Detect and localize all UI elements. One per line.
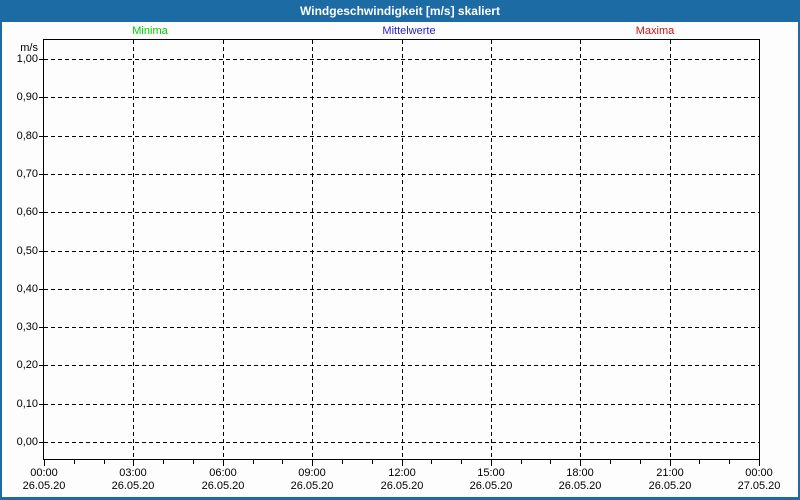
y-tick-mark xyxy=(39,251,43,252)
x-tick-time-label: 00:00 xyxy=(745,467,773,479)
x-major-tick-mark xyxy=(491,460,492,466)
legend-label-mittelwerte: Mittelwerte xyxy=(382,25,436,37)
x-major-tick-mark xyxy=(44,460,45,466)
x-tick-time-label: 06:00 xyxy=(209,467,237,479)
x-gridline xyxy=(223,40,224,459)
y-tick-label: 0,60 xyxy=(16,206,38,218)
x-gridline xyxy=(491,40,492,459)
x-minor-tick-mark xyxy=(431,460,432,464)
x-minor-tick-mark xyxy=(282,460,283,464)
x-minor-tick-mark xyxy=(550,460,551,464)
y-tick-mark xyxy=(39,442,43,443)
y-tick-mark xyxy=(39,212,43,213)
x-major-tick-mark xyxy=(402,460,403,466)
x-tick-time-label: 21:00 xyxy=(656,467,684,479)
x-minor-tick-mark xyxy=(253,460,254,464)
x-tick-date-label: 26.05.20 xyxy=(290,480,334,492)
x-gridline xyxy=(670,40,671,459)
x-minor-tick-mark xyxy=(372,460,373,464)
x-tick-time-label: 09:00 xyxy=(298,467,326,479)
x-tick-time-label: 15:00 xyxy=(477,467,505,479)
y-tick-mark xyxy=(39,289,43,290)
x-tick-date-label: 26.05.20 xyxy=(469,480,513,492)
x-minor-tick-mark xyxy=(699,460,700,464)
y-tick-mark xyxy=(39,97,43,98)
x-tick-date-label: 26.05.20 xyxy=(111,480,155,492)
y-tick-mark xyxy=(39,365,43,366)
x-gridline xyxy=(312,40,313,459)
x-minor-tick-mark xyxy=(461,460,462,464)
x-major-tick-mark xyxy=(223,460,224,466)
x-tick-date-label: 26.05.20 xyxy=(201,480,245,492)
window-title-bar: Windgeschwindigkeit [m/s] skaliert xyxy=(0,0,800,22)
x-minor-tick-mark xyxy=(729,460,730,464)
y-tick-mark xyxy=(39,136,43,137)
x-minor-tick-mark xyxy=(74,460,75,464)
x-minor-tick-mark xyxy=(342,460,343,464)
x-gridline xyxy=(580,40,581,459)
chart-content: 1,00 0,90 0,80 0,70 0,60 0,50 0,40 0,30 0,20 0,10… xyxy=(2,22,798,497)
x-major-tick-mark xyxy=(133,460,134,466)
x-minor-tick-mark xyxy=(193,460,194,464)
x-gridline xyxy=(133,40,134,459)
y-axis-unit-label: m/s xyxy=(20,42,38,54)
x-minor-tick-mark xyxy=(640,460,641,464)
window-title: Windgeschwindigkeit [m/s] skaliert xyxy=(300,4,500,18)
x-tick-date-label: 27.05.20 xyxy=(737,480,781,492)
y-tick-mark xyxy=(39,59,43,60)
x-tick-date-label: 26.05.20 xyxy=(22,480,66,492)
y-tick-label: 0,20 xyxy=(16,359,38,371)
x-major-tick-mark xyxy=(759,460,760,466)
x-tick-time-label: 12:00 xyxy=(388,467,416,479)
x-major-tick-mark xyxy=(580,460,581,466)
y-tick-label: 0,70 xyxy=(16,168,38,180)
y-tick-mark xyxy=(39,327,43,328)
y-tick-mark xyxy=(39,404,43,405)
legend-label-minima: Minima xyxy=(132,25,168,37)
y-tick-label: 0,40 xyxy=(16,283,38,295)
legend-label-maxima: Maxima xyxy=(635,25,675,37)
y-tick-label: 0,80 xyxy=(16,130,38,142)
x-tick-time-label: 03:00 xyxy=(119,467,147,479)
x-minor-tick-mark xyxy=(521,460,522,464)
chart-window: { "window": { "title": "Windgeschwindigk… xyxy=(0,0,800,500)
x-major-tick-mark xyxy=(312,460,313,466)
x-minor-tick-mark xyxy=(163,460,164,464)
y-tick-label: 0,30 xyxy=(16,321,38,333)
x-minor-tick-mark xyxy=(104,460,105,464)
y-tick-label: 0,10 xyxy=(16,398,38,410)
y-tick-label: 0,50 xyxy=(16,245,38,257)
y-tick-label: 0,90 xyxy=(16,91,38,103)
x-gridline xyxy=(402,40,403,459)
y-tick-label: 0,00 xyxy=(16,436,38,448)
y-tick-mark xyxy=(39,174,43,175)
x-tick-date-label: 26.05.20 xyxy=(648,480,692,492)
x-tick-date-label: 26.05.20 xyxy=(558,480,602,492)
x-minor-tick-mark xyxy=(610,460,611,464)
x-major-tick-mark xyxy=(670,460,671,466)
x-tick-time-label: 00:00 xyxy=(30,467,58,479)
x-tick-time-label: 18:00 xyxy=(566,467,594,479)
x-tick-date-label: 26.05.20 xyxy=(380,480,424,492)
